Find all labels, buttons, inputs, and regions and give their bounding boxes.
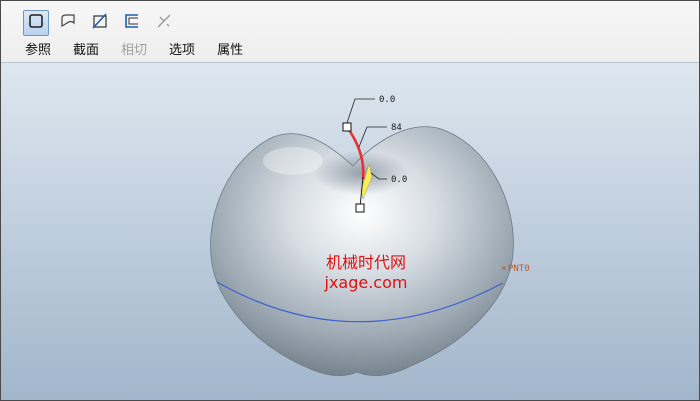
dim-leader-top bbox=[346, 98, 375, 124]
boundary-button[interactable] bbox=[119, 10, 145, 36]
sketch-plane-icon bbox=[27, 12, 45, 34]
sketch-plane-button[interactable] bbox=[23, 10, 49, 36]
section-button[interactable] bbox=[87, 10, 113, 36]
drag-handle-top[interactable] bbox=[342, 122, 352, 132]
watermark: 机械时代网 jxage.com bbox=[301, 253, 431, 293]
watermark-line-2: jxage.com bbox=[324, 273, 408, 292]
dimension-mid-value[interactable]: 84 bbox=[391, 123, 402, 133]
boundary-icon bbox=[123, 12, 141, 34]
surface-icon bbox=[59, 12, 77, 34]
cross-button[interactable] bbox=[151, 10, 177, 36]
datum-point-label[interactable]: PNT0 bbox=[508, 264, 530, 274]
section-icon bbox=[91, 12, 109, 34]
drag-handle-bottom[interactable] bbox=[355, 203, 365, 213]
surface-highlight bbox=[263, 147, 323, 175]
surface-button[interactable] bbox=[55, 10, 81, 36]
tab-options[interactable]: 选项 bbox=[169, 42, 195, 59]
dashboard-tabs: 参照 截面 相切 选项 属性 bbox=[25, 42, 265, 59]
toolbar bbox=[23, 10, 183, 38]
tab-sections[interactable]: 截面 bbox=[73, 42, 99, 59]
dimension-top-value[interactable]: 0.0 bbox=[379, 95, 395, 105]
tab-properties[interactable]: 属性 bbox=[217, 42, 243, 59]
dimension-bottom-value[interactable]: 0.0 bbox=[391, 175, 407, 185]
tab-references[interactable]: 参照 bbox=[25, 42, 51, 59]
model-scene: 0.0 84 0.0 × PNT0 bbox=[210, 95, 530, 377]
feature-dashboard-window: 参照 截面 相切 选项 属性 0.0 84 0.0 × PNT0 机械时代网 j… bbox=[0, 0, 700, 401]
graphics-viewport[interactable]: 0.0 84 0.0 × PNT0 机械时代网 jxage.com bbox=[1, 63, 699, 400]
datum-point-marker[interactable]: × bbox=[501, 264, 506, 274]
dashboard: 参照 截面 相切 选项 属性 bbox=[1, 1, 699, 63]
tab-tangency: 相切 bbox=[121, 43, 148, 58]
cross-disabled-icon bbox=[155, 12, 173, 34]
watermark-line-1: 机械时代网 bbox=[325, 253, 406, 272]
